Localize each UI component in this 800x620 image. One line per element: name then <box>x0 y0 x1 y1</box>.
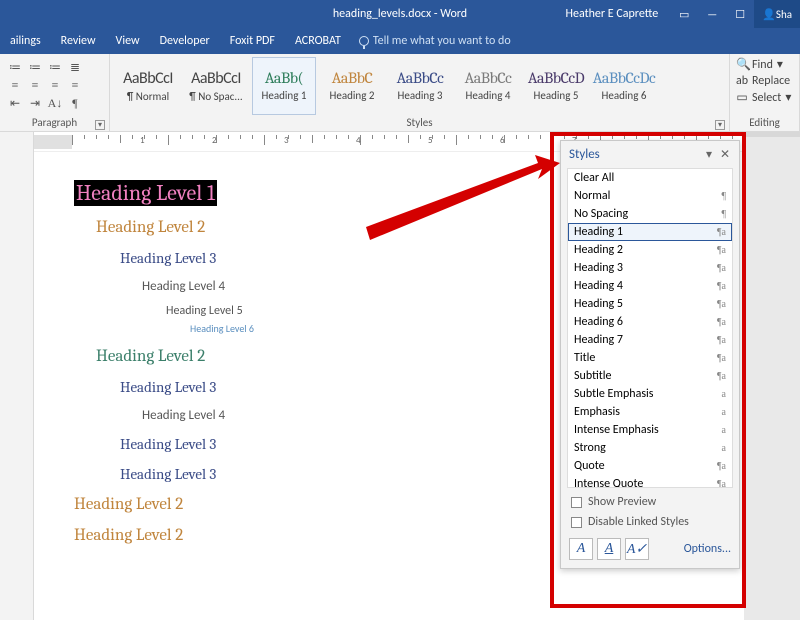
style-heading-1[interactable]: AaBb(Heading 1 <box>252 57 316 115</box>
group-styles: AaBbCcI¶ NormalAaBbCcI¶ No Spac...AaBb(H… <box>110 54 730 131</box>
styles-list[interactable]: Clear AllNormal¶No Spacing¶Heading 1¶aHe… <box>567 168 733 488</box>
titlebar: heading_levels.docx - Word Heather E Cap… <box>0 0 800 28</box>
ribbon-tabs: ailingsReviewViewDeveloperFoxit PDFACROB… <box>0 28 800 54</box>
style-item-heading-6[interactable]: Heading 6¶a <box>568 313 732 331</box>
style-item-heading-3[interactable]: Heading 3¶a <box>568 259 732 277</box>
window-title: heading_levels.docx - Word <box>333 7 467 21</box>
style-item-quote[interactable]: Quote¶a <box>568 457 732 475</box>
styles-pane-title: Styles <box>569 147 701 162</box>
styles-pane: Styles ▾ ✕ Clear AllNormal¶No Spacing¶He… <box>560 140 740 569</box>
style-heading-5[interactable]: AaBbCcDHeading 5 <box>524 57 588 115</box>
style-item-clear-all[interactable]: Clear All <box>568 169 732 187</box>
tell-me-label: Tell me what you want to do <box>373 34 511 48</box>
style-item-heading-4[interactable]: Heading 4¶a <box>568 277 732 295</box>
tab-developer[interactable]: Developer <box>150 28 220 54</box>
style-item-heading-5[interactable]: Heading 5¶a <box>568 295 732 313</box>
tab-ailings[interactable]: ailings <box>0 28 51 54</box>
minimize-button[interactable]: — <box>698 0 726 28</box>
style-item-no-spacing[interactable]: No Spacing¶ <box>568 205 732 223</box>
style--no-spac-[interactable]: AaBbCcI¶ No Spac... <box>184 57 248 115</box>
styles-pane-close[interactable]: ✕ <box>717 147 733 162</box>
style-item-heading-1[interactable]: Heading 1¶a <box>568 223 732 241</box>
style-item-normal[interactable]: Normal¶ <box>568 187 732 205</box>
style-item-subtitle[interactable]: Subtitle¶a <box>568 367 732 385</box>
style-heading-4[interactable]: AaBbCcHeading 4 <box>456 57 520 115</box>
tab-acrobat[interactable]: ACROBAT <box>285 28 351 54</box>
group-paragraph: ≔≔≔≣ ≡≡≡≡ ⇤⇥A↓¶ Paragraph ▾ <box>0 54 110 131</box>
styles-launcher[interactable]: ▾ <box>715 120 725 130</box>
tab-view[interactable]: View <box>106 28 150 54</box>
style-item-title[interactable]: Title¶a <box>568 349 732 367</box>
style-item-subtle-emphasis[interactable]: Subtle Emphasisa <box>568 385 732 403</box>
ribbon-display-button[interactable]: ▭ <box>670 0 698 28</box>
select-button[interactable]: ▭Select ▾ <box>736 89 791 106</box>
group-styles-label: Styles <box>406 116 432 129</box>
style-heading-6[interactable]: AaBbCcDcHeading 6 <box>592 57 656 115</box>
style-item-emphasis[interactable]: Emphasisa <box>568 403 732 421</box>
style-item-heading-2[interactable]: Heading 2¶a <box>568 241 732 259</box>
doc-heading-1[interactable]: Heading Level 1 <box>74 180 217 206</box>
restore-button[interactable]: ☐ <box>726 0 754 28</box>
style-item-heading-7[interactable]: Heading 7¶a <box>568 331 732 349</box>
paragraph-icons[interactable]: ≔≔≔≣ ≡≡≡≡ ⇤⇥A↓¶ <box>6 60 84 112</box>
lightbulb-icon <box>359 36 369 46</box>
ribbon: ≔≔≔≣ ≡≡≡≡ ⇤⇥A↓¶ Paragraph ▾ AaBbCcI¶ Norm… <box>0 54 800 132</box>
styles-pane-menu[interactable]: ▾ <box>701 147 717 162</box>
tell-me[interactable]: Tell me what you want to do <box>351 28 519 54</box>
new-style-button[interactable]: A <box>569 538 593 560</box>
style-heading-2[interactable]: AaBbCHeading 2 <box>320 57 384 115</box>
tab-review[interactable]: Review <box>51 28 106 54</box>
style-item-intense-emphasis[interactable]: Intense Emphasisa <box>568 421 732 439</box>
style-item-strong[interactable]: Stronga <box>568 439 732 457</box>
show-preview-check[interactable]: Show Preview <box>561 492 739 512</box>
tab-foxit-pdf[interactable]: Foxit PDF <box>220 28 285 54</box>
style-heading-3[interactable]: AaBbCcHeading 3 <box>388 57 452 115</box>
manage-styles-button[interactable]: A✓ <box>625 538 649 560</box>
styles-options-link[interactable]: Options... <box>684 542 731 556</box>
style-item-intense-quote[interactable]: Intense Quote¶a <box>568 475 732 488</box>
disable-linked-check[interactable]: Disable Linked Styles <box>561 512 739 532</box>
find-button[interactable]: 🔍Find ▾ <box>736 56 783 73</box>
style--normal[interactable]: AaBbCcI¶ Normal <box>116 57 180 115</box>
share-button[interactable]: 👤 Sha <box>754 0 800 28</box>
right-background <box>744 132 800 620</box>
style-inspector-button[interactable]: A <box>597 538 621 560</box>
group-editing-label: Editing <box>749 116 780 129</box>
replace-button[interactable]: abReplace <box>736 73 790 89</box>
user-name[interactable]: Heather E Caprette <box>566 7 659 21</box>
group-editing: 🔍Find ▾ abReplace ▭Select ▾ Editing <box>730 54 800 131</box>
paragraph-launcher[interactable]: ▾ <box>95 120 105 130</box>
group-paragraph-label: Paragraph <box>32 116 77 129</box>
vertical-ruler[interactable] <box>0 152 34 620</box>
